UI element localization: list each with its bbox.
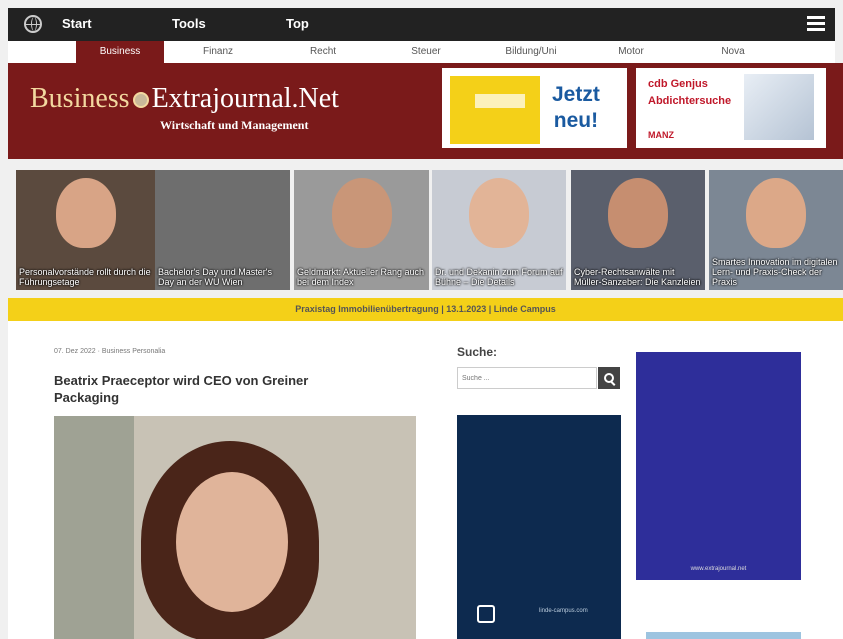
featured-caption: Cyber-Rechtsanwälte mit Müller-Sanzeber:… bbox=[574, 267, 701, 287]
featured-photo bbox=[55, 178, 116, 248]
section-nav: Business Finanz Recht Steuer Bildung/Uni… bbox=[8, 41, 835, 64]
logo-business: Business bbox=[30, 83, 130, 114]
featured-item[interactable]: Bachelor's Day und Master's Day an der W… bbox=[155, 170, 290, 290]
menu-icon[interactable] bbox=[807, 16, 825, 32]
featured-photo bbox=[469, 178, 529, 248]
ad2-publisher: MANZ bbox=[648, 130, 674, 140]
featured-item[interactable]: Dr. und Dekanin zum Forum auf Bühne – Di… bbox=[432, 170, 566, 290]
site-tagline: Wirtschaft und Management bbox=[160, 118, 309, 132]
secnav-nova[interactable]: Nova bbox=[698, 41, 768, 63]
ad-headline: Jetzt neu! bbox=[552, 83, 600, 132]
featured-photo bbox=[746, 178, 806, 248]
sidebar-ad-blue[interactable]: www.extrajournal.net bbox=[636, 352, 801, 580]
featured-item[interactable]: Cyber-Rechtsanwälte mit Müller-Sanzeber:… bbox=[571, 170, 705, 290]
logo-extrajournal: Extrajournal.Net bbox=[151, 83, 339, 114]
featured-caption: Bachelor's Day und Master's Day an der W… bbox=[158, 267, 272, 287]
sidebar-ad-bottom[interactable] bbox=[646, 632, 801, 639]
ad2-product: Abdichtersuche bbox=[648, 95, 732, 107]
search-input[interactable] bbox=[457, 367, 597, 389]
sidebar-ad1-url: linde-campus.com bbox=[539, 608, 588, 614]
search-label: Suche: bbox=[457, 345, 498, 359]
secnav-steuer[interactable]: Steuer bbox=[391, 41, 461, 63]
featured-caption: Geldmarkt: Aktueller Rang auch bei dem I… bbox=[297, 267, 425, 287]
secnav-finanz[interactable]: Finanz bbox=[183, 41, 253, 63]
secnav-business[interactable]: Business bbox=[76, 41, 164, 63]
book-cover-image bbox=[450, 76, 540, 144]
secnav-bildung[interactable]: Bildung/Uni bbox=[486, 41, 576, 63]
article-photo bbox=[54, 416, 416, 639]
logo-globe-icon bbox=[132, 92, 149, 108]
topnav-start[interactable]: Start bbox=[62, 16, 92, 31]
featured-strip: Personalvorstände rollt durch die Führun… bbox=[8, 168, 843, 292]
globe-icon[interactable] bbox=[24, 15, 42, 33]
top-bar: Start Tools Top bbox=[8, 8, 835, 41]
ad2-brand: cdb Genjus bbox=[648, 78, 708, 90]
sidebar-ad2-url: www.extrajournal.net bbox=[690, 566, 747, 572]
article-title[interactable]: Beatrix Praeceptor wird CEO von Greiner … bbox=[54, 372, 374, 406]
secnav-motor[interactable]: Motor bbox=[596, 41, 666, 63]
secnav-recht[interactable]: Recht bbox=[288, 41, 358, 63]
topnav-top[interactable]: Top bbox=[286, 16, 309, 31]
featured-item[interactable]: Geldmarkt: Aktueller Rang auch bei dem I… bbox=[294, 170, 429, 290]
featured-caption: Dr. und Dekanin zum Forum auf Bühne – Di… bbox=[435, 267, 563, 287]
featured-photo bbox=[608, 178, 668, 248]
sidebar-ad-linde[interactable]: linde-campus.com bbox=[457, 415, 621, 639]
site-logo[interactable]: Business Extrajournal.Net bbox=[30, 83, 339, 115]
header-ad-book[interactable]: Jetzt neu! bbox=[442, 68, 627, 148]
article-meta: 07. Dez 2022 · Business Personalia bbox=[54, 348, 166, 355]
header-ad-genius[interactable]: cdb Genjus Abdichtersuche MANZ bbox=[636, 68, 826, 148]
event-banner[interactable]: Praxistag Immobilienübertragung | 13.1.2… bbox=[8, 298, 843, 321]
featured-caption: Smartes Innovation im digitalen Lern- un… bbox=[712, 257, 838, 287]
linde-logo-icon bbox=[477, 605, 495, 623]
search-icon[interactable] bbox=[598, 367, 620, 389]
featured-item[interactable]: Smartes Innovation im digitalen Lern- un… bbox=[709, 170, 843, 290]
featured-photo bbox=[331, 178, 392, 248]
featured-item[interactable]: Personalvorstände rollt durch die Führun… bbox=[16, 170, 155, 290]
ad2-illustration bbox=[744, 74, 814, 140]
topnav-tools[interactable]: Tools bbox=[172, 16, 206, 31]
featured-caption: Personalvorstände rollt durch die Führun… bbox=[19, 267, 151, 287]
